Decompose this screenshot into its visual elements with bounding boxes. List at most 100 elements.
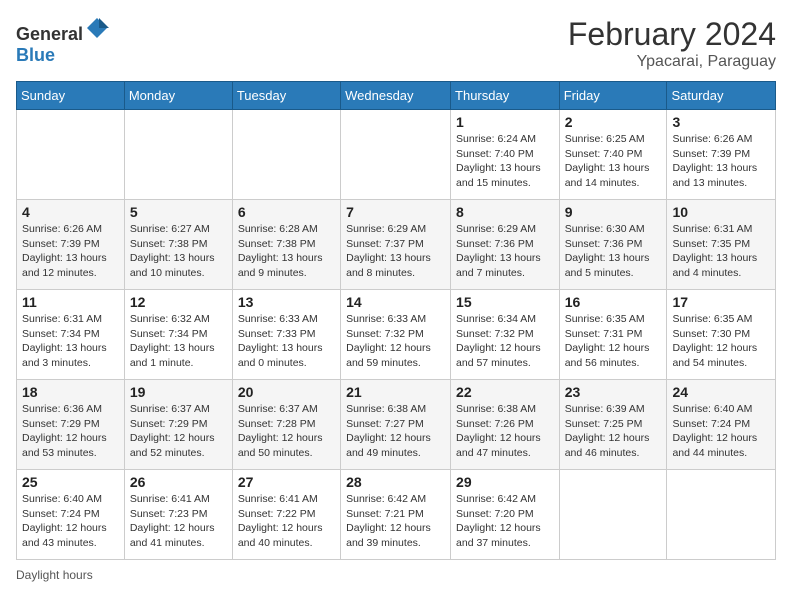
calendar-week-row: 11 Sunrise: 6:31 AM Sunset: 7:34 PM Dayli… xyxy=(17,290,776,380)
header-wednesday: Wednesday xyxy=(341,82,451,110)
logo-blue: Blue xyxy=(16,45,55,65)
logo-icon xyxy=(85,16,109,40)
header-monday: Monday xyxy=(124,82,232,110)
table-row xyxy=(559,470,667,560)
day-info: Sunrise: 6:32 AM Sunset: 7:34 PM Dayligh… xyxy=(130,312,227,371)
day-number: 26 xyxy=(130,474,227,490)
day-info: Sunrise: 6:31 AM Sunset: 7:35 PM Dayligh… xyxy=(672,222,770,281)
day-info: Sunrise: 6:25 AM Sunset: 7:40 PM Dayligh… xyxy=(565,132,662,191)
day-number: 28 xyxy=(346,474,445,490)
day-number: 25 xyxy=(22,474,119,490)
table-row: 16Sunrise: 6:35 AM Sunset: 7:31 PM Dayli… xyxy=(559,290,667,380)
day-number: 23 xyxy=(565,384,662,400)
table-row: 4 Sunrise: 6:26 AM Sunset: 7:39 PM Daylig… xyxy=(17,200,125,290)
day-info: Sunrise: 6:31 AM Sunset: 7:34 PM Dayligh… xyxy=(22,312,119,371)
logo: General Blue xyxy=(16,16,109,66)
day-number: 6 xyxy=(238,204,335,220)
table-row: 10 Sunrise: 6:31 AM Sunset: 7:35 PM Dayli… xyxy=(667,200,776,290)
day-info: Sunrise: 6:33 AM Sunset: 7:32 PM Dayligh… xyxy=(346,312,445,371)
day-number: 9 xyxy=(565,204,662,220)
day-info: Sunrise: 6:41 AM Sunset: 7:23 PM Dayligh… xyxy=(130,492,227,551)
calendar-header-row: Sunday Monday Tuesday Wednesday Thursday… xyxy=(17,82,776,110)
day-info: Sunrise: 6:29 AM Sunset: 7:36 PM Dayligh… xyxy=(456,222,554,281)
day-number: 7 xyxy=(346,204,445,220)
day-info: Sunrise: 6:42 AM Sunset: 7:21 PM Dayligh… xyxy=(346,492,445,551)
daylight-label: Daylight hours xyxy=(16,568,93,582)
table-row: 26 Sunrise: 6:41 AM Sunset: 7:23 PM Dayli… xyxy=(124,470,232,560)
footer: Daylight hours xyxy=(16,568,776,582)
table-row: 14Sunrise: 6:33 AM Sunset: 7:32 PM Dayli… xyxy=(341,290,451,380)
header-saturday: Saturday xyxy=(667,82,776,110)
table-row: 27 Sunrise: 6:41 AM Sunset: 7:22 PM Dayli… xyxy=(232,470,340,560)
day-info: Sunrise: 6:35 AM Sunset: 7:30 PM Dayligh… xyxy=(672,312,770,371)
day-number: 1 xyxy=(456,114,554,130)
day-info: Sunrise: 6:40 AM Sunset: 7:24 PM Dayligh… xyxy=(22,492,119,551)
day-info: Sunrise: 6:38 AM Sunset: 7:27 PM Dayligh… xyxy=(346,402,445,461)
day-info: Sunrise: 6:26 AM Sunset: 7:39 PM Dayligh… xyxy=(22,222,119,281)
logo-general: General xyxy=(16,24,83,44)
day-number: 10 xyxy=(672,204,770,220)
table-row: 19Sunrise: 6:37 AM Sunset: 7:29 PM Dayli… xyxy=(124,380,232,470)
table-row: 20 Sunrise: 6:37 AM Sunset: 7:28 PM Dayli… xyxy=(232,380,340,470)
day-number: 20 xyxy=(238,384,335,400)
day-number: 27 xyxy=(238,474,335,490)
table-row: 24 Sunrise: 6:40 AM Sunset: 7:24 PM Dayli… xyxy=(667,380,776,470)
day-info: Sunrise: 6:35 AM Sunset: 7:31 PM Dayligh… xyxy=(565,312,662,371)
table-row: 23 Sunrise: 6:39 AM Sunset: 7:25 PM Dayli… xyxy=(559,380,667,470)
day-info: Sunrise: 6:36 AM Sunset: 7:29 PM Dayligh… xyxy=(22,402,119,461)
table-row xyxy=(124,110,232,200)
day-number: 24 xyxy=(672,384,770,400)
table-row: 22 Sunrise: 6:38 AM Sunset: 7:26 PM Dayli… xyxy=(451,380,560,470)
day-info: Sunrise: 6:38 AM Sunset: 7:26 PM Dayligh… xyxy=(456,402,554,461)
table-row xyxy=(17,110,125,200)
day-number: 21 xyxy=(346,384,445,400)
day-number: 17 xyxy=(672,294,770,310)
table-row: 15 Sunrise: 6:34 AM Sunset: 7:32 PM Dayli… xyxy=(451,290,560,380)
calendar-week-row: 18Sunrise: 6:36 AM Sunset: 7:29 PM Dayli… xyxy=(17,380,776,470)
day-info: Sunrise: 6:24 AM Sunset: 7:40 PM Dayligh… xyxy=(456,132,554,191)
table-row: 3Sunrise: 6:26 AM Sunset: 7:39 PM Daylig… xyxy=(667,110,776,200)
day-number: 5 xyxy=(130,204,227,220)
month-title: February 2024 xyxy=(568,16,776,53)
day-info: Sunrise: 6:30 AM Sunset: 7:36 PM Dayligh… xyxy=(565,222,662,281)
table-row: 28 Sunrise: 6:42 AM Sunset: 7:21 PM Dayli… xyxy=(341,470,451,560)
table-row: 29Sunrise: 6:42 AM Sunset: 7:20 PM Dayli… xyxy=(451,470,560,560)
table-row: 12 Sunrise: 6:32 AM Sunset: 7:34 PM Dayli… xyxy=(124,290,232,380)
day-number: 13 xyxy=(238,294,335,310)
table-row: 6 Sunrise: 6:28 AM Sunset: 7:38 PM Daylig… xyxy=(232,200,340,290)
day-number: 22 xyxy=(456,384,554,400)
table-row: 9 Sunrise: 6:30 AM Sunset: 7:36 PM Daylig… xyxy=(559,200,667,290)
day-info: Sunrise: 6:29 AM Sunset: 7:37 PM Dayligh… xyxy=(346,222,445,281)
table-row: 17 Sunrise: 6:35 AM Sunset: 7:30 PM Dayli… xyxy=(667,290,776,380)
header-tuesday: Tuesday xyxy=(232,82,340,110)
day-number: 11 xyxy=(22,294,119,310)
day-info: Sunrise: 6:39 AM Sunset: 7:25 PM Dayligh… xyxy=(565,402,662,461)
table-row xyxy=(232,110,340,200)
table-row: 7 Sunrise: 6:29 AM Sunset: 7:37 PM Daylig… xyxy=(341,200,451,290)
day-info: Sunrise: 6:37 AM Sunset: 7:29 PM Dayligh… xyxy=(130,402,227,461)
day-number: 29 xyxy=(456,474,554,490)
day-number: 12 xyxy=(130,294,227,310)
table-row: 11 Sunrise: 6:31 AM Sunset: 7:34 PM Dayli… xyxy=(17,290,125,380)
location-title: Ypacarai, Paraguay xyxy=(568,53,776,71)
day-info: Sunrise: 6:27 AM Sunset: 7:38 PM Dayligh… xyxy=(130,222,227,281)
day-number: 3 xyxy=(672,114,770,130)
day-number: 15 xyxy=(456,294,554,310)
table-row xyxy=(667,470,776,560)
day-info: Sunrise: 6:28 AM Sunset: 7:38 PM Dayligh… xyxy=(238,222,335,281)
page-header: General Blue February 2024 Ypacarai, Par… xyxy=(16,16,776,71)
day-number: 4 xyxy=(22,204,119,220)
table-row xyxy=(341,110,451,200)
day-info: Sunrise: 6:34 AM Sunset: 7:32 PM Dayligh… xyxy=(456,312,554,371)
table-row: 2 Sunrise: 6:25 AM Sunset: 7:40 PM Daylig… xyxy=(559,110,667,200)
day-info: Sunrise: 6:37 AM Sunset: 7:28 PM Dayligh… xyxy=(238,402,335,461)
table-row: 18Sunrise: 6:36 AM Sunset: 7:29 PM Dayli… xyxy=(17,380,125,470)
table-row: 21 Sunrise: 6:38 AM Sunset: 7:27 PM Dayli… xyxy=(341,380,451,470)
title-block: February 2024 Ypacarai, Paraguay xyxy=(568,16,776,71)
day-info: Sunrise: 6:40 AM Sunset: 7:24 PM Dayligh… xyxy=(672,402,770,461)
day-number: 2 xyxy=(565,114,662,130)
table-row: 8Sunrise: 6:29 AM Sunset: 7:36 PM Daylig… xyxy=(451,200,560,290)
day-info: Sunrise: 6:41 AM Sunset: 7:22 PM Dayligh… xyxy=(238,492,335,551)
calendar-week-row: 25 Sunrise: 6:40 AM Sunset: 7:24 PM Dayli… xyxy=(17,470,776,560)
table-row: 13Sunrise: 6:33 AM Sunset: 7:33 PM Dayli… xyxy=(232,290,340,380)
